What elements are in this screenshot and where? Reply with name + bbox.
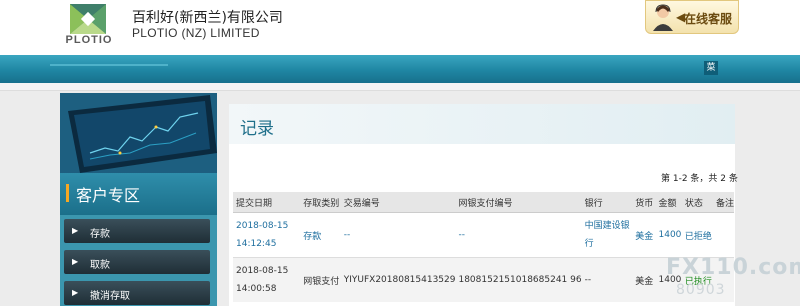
- main-navbar: [0, 55, 800, 83]
- col-header-paynumber: 网银支付编号: [455, 192, 582, 213]
- cell-txn[interactable]: --: [340, 212, 456, 258]
- sidebar-item-label: 存款: [90, 229, 110, 240]
- cell-date: 2018-08-15 14:00:58: [233, 257, 301, 302]
- nav-menu-button[interactable]: 菜: [704, 61, 718, 75]
- cell-paynumber: 1808152151018685241 96: [455, 257, 582, 302]
- txn-link[interactable]: --: [344, 230, 351, 240]
- cell-bank[interactable]: 中国建设银 行: [581, 212, 633, 258]
- cell-note: [712, 212, 734, 258]
- title-bar: [229, 104, 735, 144]
- col-header-date: 提交日期: [233, 192, 301, 213]
- headset-agent-icon: [653, 4, 673, 31]
- sidebar-item-cancel[interactable]: ▶ 撤消存取: [64, 281, 210, 305]
- company-name-en: PLOTIO (NZ) LIMITED: [132, 26, 260, 40]
- cell-status[interactable]: 已拒绝: [681, 212, 713, 258]
- table-row: 2018-08-15 14:00:58 网银支付 YIYUFX201808154…: [233, 257, 734, 302]
- logo-mark-icon: [70, 4, 106, 34]
- cell-txn: YIYUFX20180815413529: [340, 257, 456, 302]
- col-header-amount: 金额: [655, 192, 682, 213]
- cell-bank: --: [581, 257, 633, 302]
- col-header-currency: 货币: [632, 192, 656, 213]
- logo-text: PLOTIO: [65, 34, 113, 46]
- col-header-bank: 银行: [581, 192, 633, 213]
- cell-amount[interactable]: 1400: [655, 212, 682, 258]
- company-name-cn: 百利好(新西兰)有限公司: [132, 10, 283, 26]
- bank-link-wrap[interactable]: 行: [585, 239, 594, 249]
- sidebar-item-deposit[interactable]: ▶ 存款: [64, 219, 210, 243]
- sidebar-title: 客户专区: [76, 186, 141, 205]
- online-service-label: 在线客服: [684, 12, 733, 26]
- cell-currency: 美金: [632, 257, 656, 302]
- time-link[interactable]: 14:12:45: [236, 239, 276, 249]
- paynumber-link[interactable]: --: [458, 230, 465, 240]
- cell-type[interactable]: 存款: [300, 212, 341, 258]
- tablet-chart-image: [60, 93, 217, 173]
- bank-link[interactable]: 中国建设银: [585, 221, 630, 231]
- sidebar-item-withdraw[interactable]: ▶ 取款: [64, 250, 210, 274]
- trading-tablet-banner: [60, 93, 217, 173]
- date-text: 2018-08-15: [236, 266, 289, 276]
- table-header-row: 提交日期 存取类别 交易编号 网银支付编号 银行 货币 金额 状态 备注: [233, 192, 734, 213]
- sub-bar: [0, 83, 800, 91]
- sidebar-item-label: 撤消存取: [90, 291, 130, 302]
- currency-link[interactable]: 美金: [635, 232, 653, 242]
- records-table: 提交日期 存取类别 交易编号 网银支付编号 银行 货币 金额 状态 备注 201…: [233, 192, 734, 302]
- sidebar-header-accent: [66, 184, 69, 202]
- cell-paynumber[interactable]: --: [455, 212, 582, 258]
- col-header-txn: 交易编号: [340, 192, 456, 213]
- type-link[interactable]: 存款: [303, 232, 321, 242]
- cell-currency[interactable]: 美金: [632, 212, 656, 258]
- triangle-right-icon: ▶: [72, 257, 79, 266]
- cell-type: 网银支付: [300, 257, 341, 302]
- watermark-code: 80903: [676, 282, 726, 298]
- status-link[interactable]: 已拒绝: [685, 232, 712, 242]
- col-header-type: 存取类别: [300, 192, 341, 213]
- online-service-button[interactable]: ◀ 在线客服: [645, 0, 739, 34]
- record-count: 第 1-2 条，共 2 条: [661, 174, 738, 184]
- page-title: 记录: [240, 119, 274, 139]
- plotio-logo[interactable]: PLOTIO: [60, 4, 118, 48]
- time-text: 14:00:58: [236, 284, 277, 294]
- table-row: 2018-08-15 14:12:45 存款 -- -- 中国建设银 行 美金 …: [233, 212, 734, 258]
- col-header-note: 备注: [712, 192, 734, 213]
- nav-highlight: [50, 64, 168, 66]
- date-link[interactable]: 2018-08-15: [236, 221, 288, 231]
- cell-date[interactable]: 2018-08-15 14:12:45: [233, 212, 301, 258]
- triangle-right-icon: ▶: [72, 288, 79, 297]
- col-header-status: 状态: [681, 192, 713, 213]
- amount-link[interactable]: 1400: [659, 230, 682, 240]
- sidebar-item-label: 取款: [90, 260, 110, 271]
- triangle-right-icon: ▶: [72, 226, 79, 235]
- watermark-logo: FX110.com: [666, 255, 800, 280]
